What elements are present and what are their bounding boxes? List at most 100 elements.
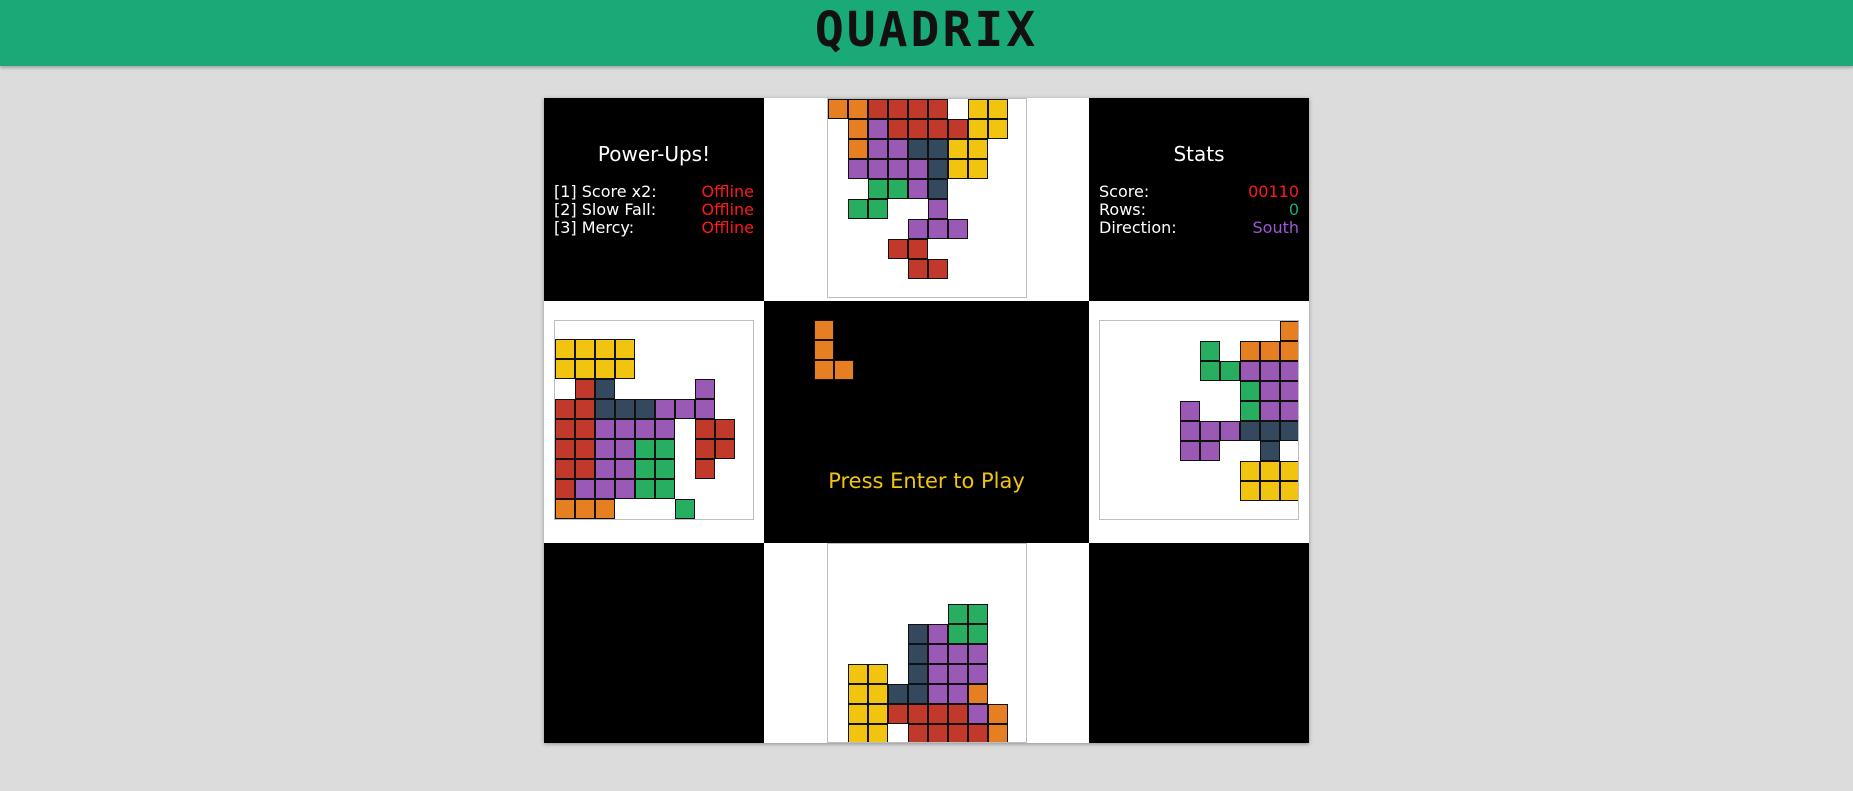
navy-block xyxy=(928,139,948,159)
well-west xyxy=(554,320,754,520)
yellow-block xyxy=(988,99,1008,119)
orange-block xyxy=(595,499,615,519)
stat-rows: Rows: 0 xyxy=(1099,201,1299,219)
green-block xyxy=(655,479,675,499)
well-east xyxy=(1099,320,1299,520)
yellow-block xyxy=(1260,461,1280,481)
corner-bottom-left xyxy=(544,543,764,743)
red-block xyxy=(928,119,948,139)
red-block xyxy=(888,99,908,119)
purple-block xyxy=(868,119,888,139)
navy-block xyxy=(615,399,635,419)
purple-block xyxy=(575,479,595,499)
yellow-block xyxy=(988,119,1008,139)
red-block xyxy=(575,459,595,479)
red-block xyxy=(968,724,988,742)
powerups-title: Power-Ups! xyxy=(597,142,711,166)
red-block xyxy=(715,419,735,439)
navy-block xyxy=(928,159,948,179)
orange-block xyxy=(848,119,868,139)
navy-block xyxy=(595,379,615,399)
purple-block xyxy=(968,664,988,684)
green-block xyxy=(635,439,655,459)
well-north xyxy=(827,98,1027,298)
yellow-block xyxy=(1240,481,1260,501)
powerup-label: [3] Mercy: xyxy=(554,218,635,237)
navy-block xyxy=(1280,421,1298,441)
yellow-block xyxy=(615,339,635,359)
well-south xyxy=(827,543,1027,743)
purple-block xyxy=(695,379,715,399)
red-block xyxy=(888,704,908,724)
yellow-block xyxy=(848,664,868,684)
yellow-block xyxy=(948,159,968,179)
yellow-block xyxy=(1280,461,1298,481)
center-panel: Press Enter to Play xyxy=(764,301,1089,543)
yellow-block xyxy=(615,359,635,379)
powerup-label: [2] Slow Fall: xyxy=(554,200,657,219)
orange-block xyxy=(555,519,575,520)
next-piece-preview xyxy=(814,320,854,380)
orange-block xyxy=(814,360,834,380)
stat-score: Score: 00110 xyxy=(1099,183,1299,201)
direction-value: South xyxy=(1252,218,1300,237)
navy-block xyxy=(1240,421,1260,441)
purple-block xyxy=(615,419,635,439)
purple-block xyxy=(948,664,968,684)
red-block xyxy=(555,439,575,459)
powerups-list: [1] Score x2: Offline [2] Slow Fall: Off… xyxy=(554,183,754,237)
yellow-block xyxy=(868,704,888,724)
yellow-block xyxy=(575,339,595,359)
purple-block xyxy=(1180,401,1200,421)
red-block xyxy=(948,724,968,742)
red-block xyxy=(575,439,595,459)
purple-block xyxy=(1220,421,1240,441)
red-block xyxy=(575,419,595,439)
purple-block xyxy=(968,704,988,724)
red-block xyxy=(695,439,715,459)
purple-block xyxy=(1180,441,1200,461)
yellow-block xyxy=(575,359,595,379)
purple-block xyxy=(1280,361,1298,381)
red-block xyxy=(948,119,968,139)
orange-block xyxy=(1260,341,1280,361)
red-block xyxy=(928,724,948,742)
powerup-status: Offline xyxy=(701,182,755,201)
purple-block xyxy=(868,139,888,159)
stat-label: Score: xyxy=(1099,182,1150,201)
red-block xyxy=(575,379,595,399)
yellow-block xyxy=(868,724,888,742)
purple-block xyxy=(1260,381,1280,401)
purple-block xyxy=(908,159,928,179)
purple-block xyxy=(675,399,695,419)
orange-block xyxy=(814,320,834,340)
yellow-block xyxy=(1240,461,1260,481)
powerups-panel: Power-Ups! [1] Score x2: Offline [2] Slo… xyxy=(544,98,764,301)
purple-block xyxy=(1280,401,1298,421)
red-block xyxy=(908,239,928,259)
purple-block xyxy=(848,159,868,179)
powerup-status: Offline xyxy=(701,200,755,219)
stats-list: Score: 00110 Rows: 0 Direction: South xyxy=(1099,183,1299,237)
stats-title: Stats xyxy=(1173,142,1225,166)
green-block xyxy=(655,459,675,479)
yellow-block xyxy=(555,339,575,359)
red-block xyxy=(575,399,595,419)
green-block xyxy=(1200,341,1220,361)
powerup-slow-fall: [2] Slow Fall: Offline xyxy=(554,201,754,219)
green-block xyxy=(635,459,655,479)
navy-block xyxy=(908,644,928,664)
powerup-score-x2: [1] Score x2: Offline xyxy=(554,183,754,201)
purple-block xyxy=(928,219,948,239)
green-block xyxy=(968,624,988,644)
red-block xyxy=(888,239,908,259)
purple-block xyxy=(615,439,635,459)
green-block xyxy=(675,499,695,519)
orange-block xyxy=(848,139,868,159)
navy-block xyxy=(635,399,655,419)
orange-block xyxy=(988,724,1008,742)
green-block xyxy=(968,604,988,624)
green-block xyxy=(1240,401,1260,421)
red-block xyxy=(695,459,715,479)
purple-block xyxy=(908,219,928,239)
